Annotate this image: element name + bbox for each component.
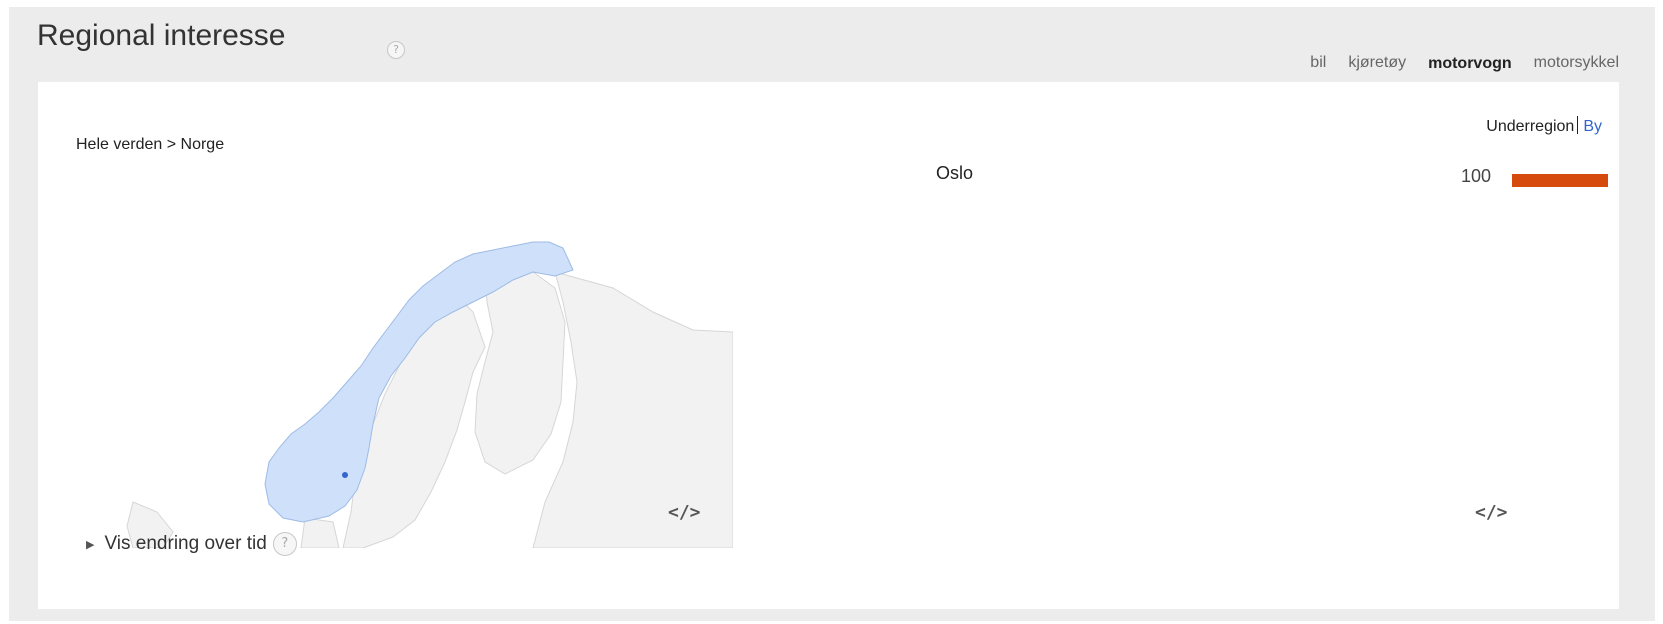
city-toggle[interactable]: By: [1583, 118, 1602, 135]
show-change-label: Vis endring over tid: [104, 533, 267, 554]
region-level-toggle: Underregion By: [1486, 116, 1602, 136]
map-land-denmark: [300, 517, 340, 548]
region-row-bar: [1512, 174, 1608, 187]
content-panel: Hele verden > Norge ▶ Vis endring over t…: [38, 82, 1619, 609]
toggle-divider: [1577, 116, 1579, 134]
breadcrumb[interactable]: Hele verden > Norge: [76, 136, 224, 154]
show-change-over-time[interactable]: ▶ Vis endring over tid ?: [86, 532, 297, 556]
help-icon[interactable]: ?: [387, 41, 405, 59]
tab-motorsykkel[interactable]: motorsykkel: [1523, 47, 1630, 82]
triangle-right-icon: ▶: [86, 538, 95, 551]
embed-map-icon[interactable]: </>: [668, 502, 701, 523]
embed-list-icon[interactable]: </>: [1475, 502, 1508, 523]
section-title: Regional interesse: [37, 19, 286, 52]
region-row-bar-fill: [1512, 174, 1608, 187]
region-row-value: 100: [1460, 166, 1491, 186]
region-row-name[interactable]: Oslo: [936, 163, 973, 184]
region-map[interactable]: [93, 162, 733, 548]
subregion-toggle[interactable]: Underregion: [1486, 118, 1574, 135]
help-icon[interactable]: ?: [272, 532, 297, 556]
map-oslo-marker[interactable]: [342, 472, 348, 478]
tab-bil[interactable]: bil: [1299, 47, 1337, 82]
tab-kjoretoy[interactable]: kjøretøy: [1337, 47, 1417, 82]
